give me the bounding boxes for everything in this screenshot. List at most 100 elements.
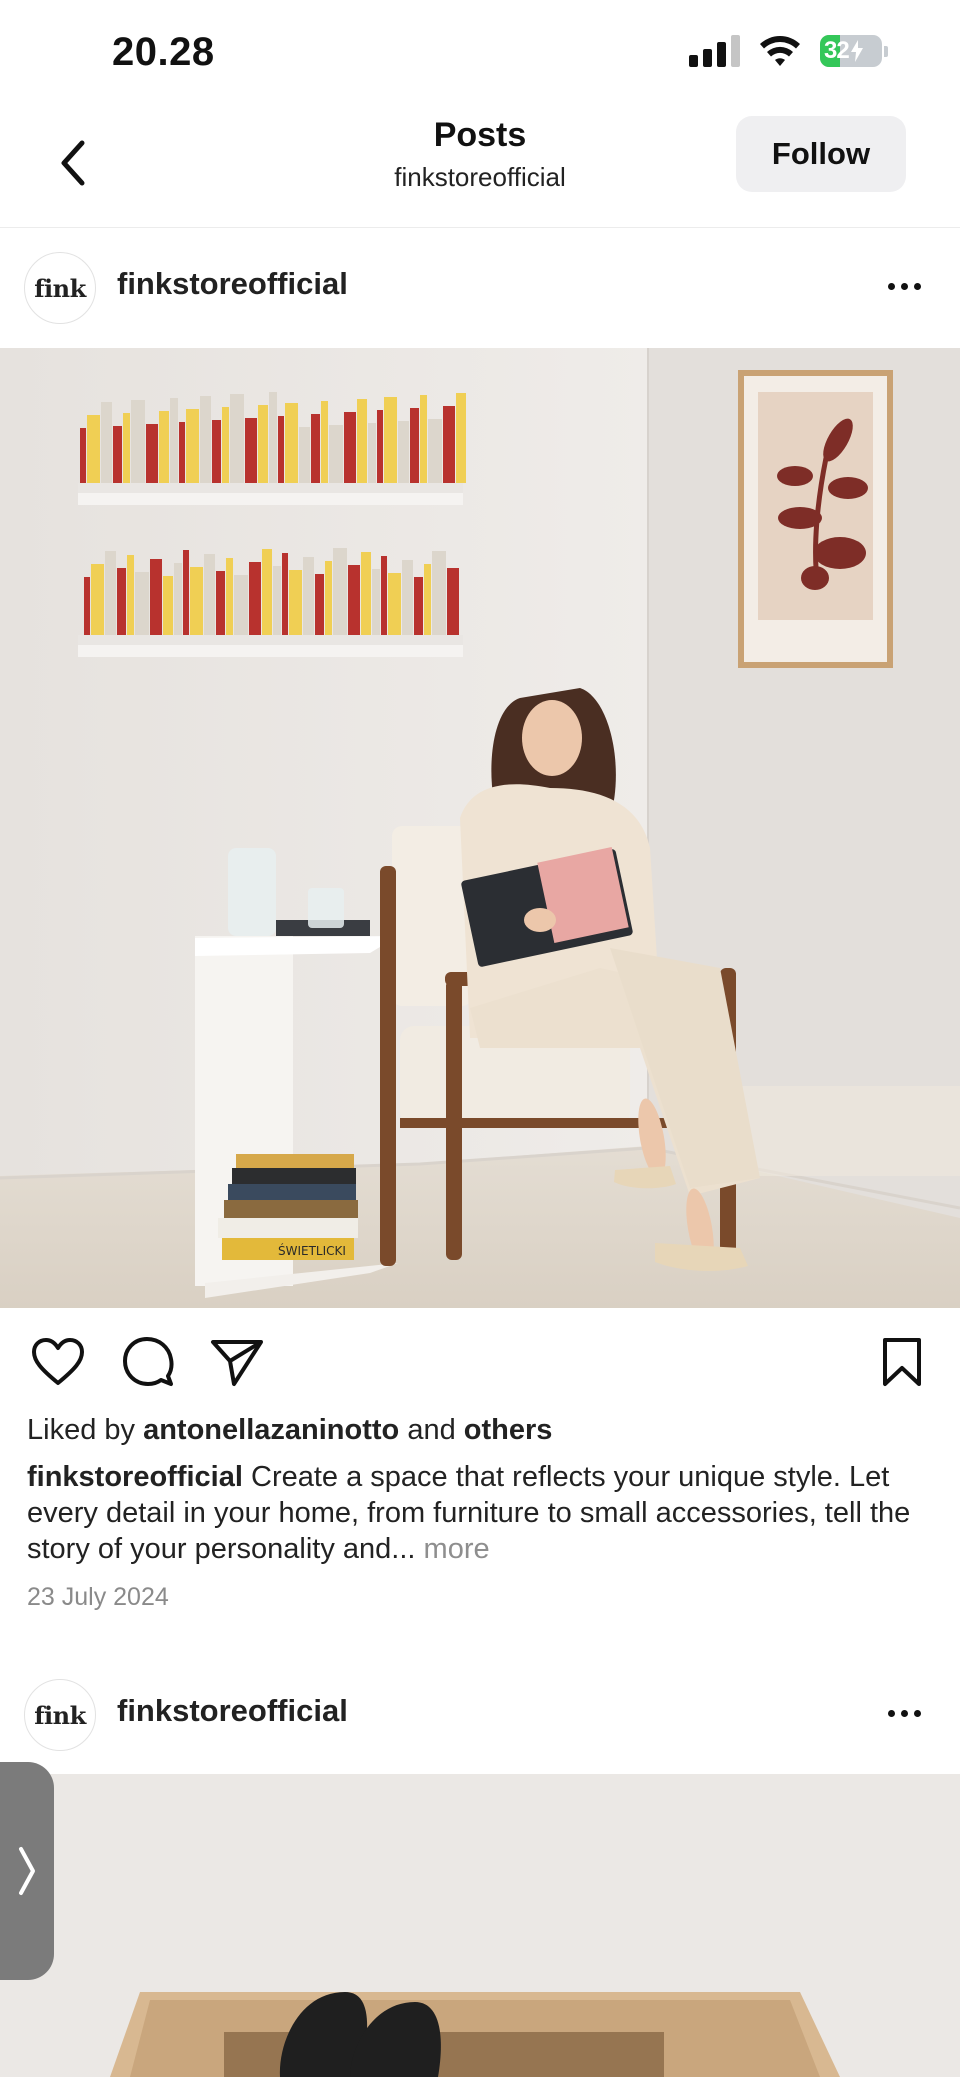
caption-more-link[interactable]: more <box>424 1533 490 1565</box>
side-panel-handle[interactable] <box>0 1762 54 1980</box>
post-date: 23 July 2024 <box>27 1583 169 1611</box>
bookmark-button[interactable] <box>874 1334 930 1390</box>
share-button[interactable] <box>209 1334 265 1390</box>
book-spine <box>428 419 442 483</box>
liked-by-joiner: and <box>407 1414 456 1446</box>
bookmark-icon <box>883 1338 921 1386</box>
book-spine <box>117 568 126 635</box>
post-username[interactable]: finkstoreofficial <box>117 1693 348 1729</box>
book-spine <box>91 564 104 635</box>
book-spine <box>299 427 310 483</box>
book-spine <box>101 402 112 483</box>
caption-username[interactable]: finkstoreofficial <box>27 1461 243 1493</box>
book-spine <box>377 410 383 483</box>
battery-level-text: 32 <box>824 37 850 64</box>
book-spine <box>222 407 229 483</box>
book-spine <box>315 574 324 635</box>
book-spine <box>447 568 459 635</box>
book-spine <box>150 559 162 635</box>
share-icon <box>211 1340 263 1386</box>
book-spine <box>424 564 431 635</box>
book-spine <box>443 406 455 483</box>
book-spine <box>303 557 314 635</box>
book-spine <box>344 412 356 483</box>
book-spine <box>282 553 288 635</box>
book-spine <box>262 549 272 635</box>
like-button[interactable] <box>30 1334 86 1390</box>
book-spine <box>402 560 413 635</box>
book-spine <box>410 408 419 483</box>
book-spine <box>190 567 203 635</box>
likes-summary[interactable]: Liked by antonellazaninotto and others <box>27 1414 552 1447</box>
more-options-button[interactable] <box>876 268 932 304</box>
status-icons: 32 <box>689 34 888 68</box>
book-spine <box>456 393 466 483</box>
book-spine <box>200 396 211 483</box>
wifi-icon <box>760 36 800 66</box>
book-spine <box>105 551 116 635</box>
book-spine <box>159 411 169 483</box>
book-spine <box>127 555 134 635</box>
liked-by-user[interactable]: antonellazaninotto <box>143 1414 399 1446</box>
post-caption: finkstoreofficial Create a space that re… <box>27 1459 927 1567</box>
book-spine <box>123 413 130 483</box>
book-spine <box>348 565 360 635</box>
book-spine <box>84 577 90 635</box>
book-spine <box>179 422 185 483</box>
book-spine <box>278 416 284 483</box>
post-header: fink finkstoreofficial <box>0 1655 960 1773</box>
book-spine <box>361 552 371 635</box>
avatar[interactable]: fink <box>24 1679 96 1751</box>
book-spine <box>285 403 298 483</box>
book-spine <box>183 550 189 635</box>
post-image[interactable]: ŚWIETLICKI <box>0 348 960 1308</box>
book-spine <box>216 571 225 635</box>
status-time: 20.28 <box>112 30 215 74</box>
follow-button[interactable]: Follow <box>736 116 906 192</box>
book-spine <box>329 425 343 483</box>
posts-header: Posts finkstoreofficial Follow <box>0 110 960 228</box>
post-header: fink finkstoreofficial <box>0 228 960 346</box>
book-spine <box>163 576 173 635</box>
heart-icon <box>32 1338 84 1385</box>
more-options-button[interactable] <box>876 1695 932 1731</box>
book-spine <box>170 398 178 483</box>
book-spine <box>146 424 158 483</box>
book-spine <box>325 561 332 635</box>
book-spine <box>226 558 233 635</box>
book-spine <box>357 399 367 483</box>
post-photo-illustration: ŚWIETLICKI <box>0 348 960 1308</box>
book-spine-label: ŚWIETLICKI <box>278 1243 346 1258</box>
book-spine <box>289 570 302 635</box>
book-spine <box>368 423 376 483</box>
chevron-right-icon <box>19 1847 35 1895</box>
book-spine <box>230 394 244 483</box>
book-spine <box>311 414 320 483</box>
post-image[interactable] <box>0 1774 960 2077</box>
book-spine <box>174 563 182 635</box>
post-actions <box>0 1308 960 1412</box>
book-spine <box>321 401 328 483</box>
book-spine <box>384 397 397 483</box>
book-spine <box>372 569 380 635</box>
post-photo-illustration <box>0 1774 960 2077</box>
liked-by-others[interactable]: others <box>464 1414 553 1446</box>
book-spine <box>131 400 145 483</box>
book-spine <box>398 421 409 483</box>
battery-icon: 32 <box>820 35 888 67</box>
comment-button[interactable] <box>120 1334 176 1390</box>
book-spine <box>273 566 281 635</box>
post-username[interactable]: finkstoreofficial <box>117 266 348 302</box>
book-spine <box>269 392 277 483</box>
book-spine <box>420 395 427 483</box>
comment-icon <box>123 1337 174 1386</box>
book-spine <box>204 554 215 635</box>
book-spine <box>113 426 122 483</box>
avatar[interactable]: fink <box>24 252 96 324</box>
book-spine <box>388 573 401 635</box>
book-spine <box>80 428 86 483</box>
charging-bolt-icon <box>850 40 863 62</box>
signal-icon <box>689 35 740 67</box>
book-spine <box>249 562 261 635</box>
book-spine <box>258 405 268 483</box>
